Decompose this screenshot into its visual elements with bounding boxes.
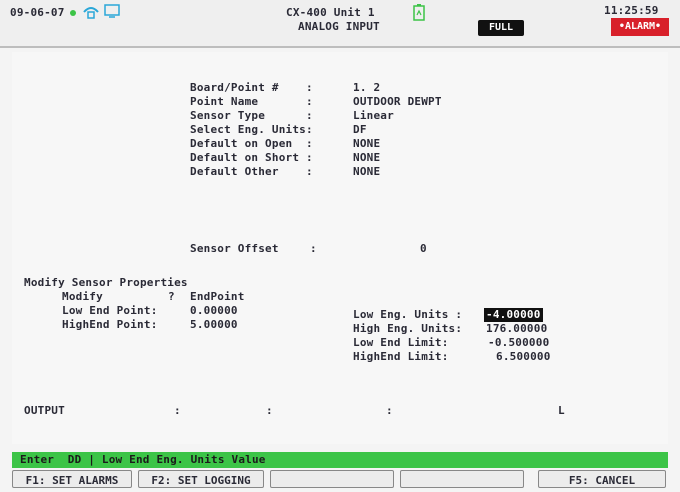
- sensor-type-label: Sensor Type :: [190, 109, 313, 122]
- point-name-value[interactable]: OUTDOOR DEWPT: [353, 95, 442, 109]
- default-short-value[interactable]: NONE: [353, 151, 380, 165]
- main-panel: [12, 52, 668, 444]
- low-eng-units-field[interactable]: -4.00000: [484, 308, 543, 322]
- sensor-offset-value[interactable]: 0: [420, 242, 427, 256]
- board-point-label: Board/Point # :: [190, 81, 313, 94]
- default-short-label: Default on Short :: [190, 151, 313, 164]
- modify-question: ?: [168, 290, 175, 303]
- modify-section-title: Modify Sensor Properties: [24, 276, 188, 289]
- high-end-limit-value[interactable]: 6.500000: [496, 350, 551, 364]
- high-end-limit-label: HighEnd Limit:: [353, 350, 449, 363]
- function-key-bar: F1: SET ALARMS F2: SET LOGGING F5: CANCE…: [12, 470, 668, 490]
- header-bar: 09-06-07 CX-400 Unit 1 ANALOG INPUT FULL…: [0, 0, 680, 48]
- network-icon: [83, 7, 99, 19]
- clock-display: 11:25:59: [604, 4, 659, 17]
- default-other-value[interactable]: NONE: [353, 165, 380, 179]
- high-end-point-value[interactable]: 5.00000: [190, 318, 238, 332]
- battery-icon: [413, 4, 425, 21]
- output-col4[interactable]: L: [558, 404, 565, 418]
- alarm-badge[interactable]: •ALARM•: [611, 18, 669, 36]
- f3-button[interactable]: [270, 470, 394, 488]
- default-open-label: Default on Open :: [190, 137, 313, 150]
- board-point-value[interactable]: 1. 2: [353, 81, 380, 95]
- high-eng-units-label: High Eng. Units:: [353, 322, 463, 335]
- mode-badge: FULL: [478, 20, 524, 36]
- status-dot-icon: [70, 10, 76, 16]
- low-end-point-value[interactable]: 0.00000: [190, 304, 238, 318]
- low-end-point-label: Low End Point:: [62, 304, 158, 317]
- title-unit: CX-400 Unit 1: [286, 6, 375, 19]
- monitor-icon: [104, 4, 120, 18]
- sensor-offset-colon: :: [310, 242, 317, 255]
- output-col2[interactable]: :: [266, 404, 273, 418]
- output-col3[interactable]: :: [386, 404, 393, 418]
- status-prompt: Enter DD | Low End Eng. Units Value: [20, 453, 266, 466]
- date-display: 09-06-07: [10, 6, 65, 19]
- high-eng-units-value[interactable]: 176.00000: [486, 322, 547, 336]
- output-col1[interactable]: :: [174, 404, 181, 418]
- output-label: OUTPUT: [24, 404, 65, 417]
- select-units-label: Select Eng. Units:: [190, 123, 313, 136]
- default-open-value[interactable]: NONE: [353, 137, 380, 151]
- f4-button[interactable]: [400, 470, 524, 488]
- f2-set-logging-button[interactable]: F2: SET LOGGING: [138, 470, 264, 488]
- default-other-label: Default Other :: [190, 165, 313, 178]
- select-units-value[interactable]: DF: [353, 123, 367, 137]
- modify-value[interactable]: EndPoint: [190, 290, 245, 304]
- low-eng-units-label: Low Eng. Units :: [353, 308, 463, 321]
- sensor-type-value[interactable]: Linear: [353, 109, 394, 123]
- f5-cancel-button[interactable]: F5: CANCEL: [538, 470, 666, 488]
- point-name-label: Point Name :: [190, 95, 313, 108]
- controller-screen: { "header": { "date": "09-06-07", "title…: [0, 0, 680, 492]
- status-bar: Enter DD | Low End Eng. Units Value: [12, 452, 668, 468]
- low-end-limit-label: Low End Limit:: [353, 336, 449, 349]
- high-end-point-label: HighEnd Point:: [62, 318, 158, 331]
- title-screen: ANALOG INPUT: [298, 20, 380, 33]
- sensor-offset-label: Sensor Offset: [190, 242, 279, 255]
- f1-set-alarms-button[interactable]: F1: SET ALARMS: [12, 470, 132, 488]
- modify-label: Modify: [62, 290, 103, 303]
- low-end-limit-value[interactable]: -0.500000: [488, 336, 549, 350]
